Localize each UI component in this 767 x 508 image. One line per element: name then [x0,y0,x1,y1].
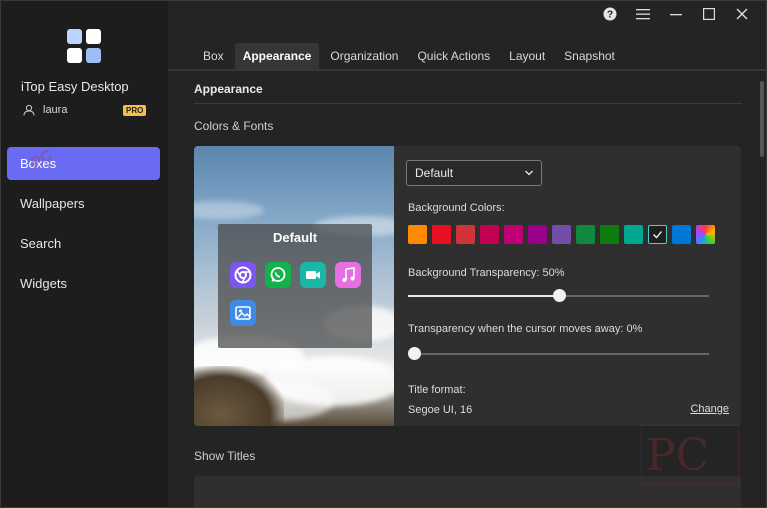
watermark-logo-text: PC [646,430,710,481]
slider-thumb[interactable] [553,289,566,302]
colors-fonts-heading: Colors & Fonts [194,119,274,133]
sidebar-item-search[interactable]: Search [7,227,160,260]
close-icon[interactable] [725,5,758,23]
preview-box: Default [218,224,372,348]
whatsapp-icon [265,262,291,288]
color-swatch[interactable] [504,225,523,244]
color-swatch[interactable] [408,225,427,244]
music-icon [335,262,361,288]
app-logo-icon [67,29,101,63]
pro-badge: PRO [123,105,147,116]
slider-track [408,353,709,355]
color-swatch[interactable] [552,225,571,244]
video-icon [300,262,326,288]
section-title: Appearance [194,82,263,96]
photos-icon [230,300,256,326]
tab-box[interactable]: Box [195,43,232,69]
user-row[interactable]: laura [23,104,67,116]
user-name: laura [43,104,68,116]
tab-appearance[interactable]: Appearance [234,43,320,69]
user-icon [23,104,35,116]
color-swatch[interactable] [432,225,451,244]
slider-thumb[interactable] [408,347,421,360]
theme-dropdown[interactable]: Default [406,160,542,186]
minimize-icon[interactable] [659,5,692,23]
color-swatch[interactable] [480,225,499,244]
svg-text:?: ? [606,10,612,21]
tab-organization[interactable]: Organization [322,43,406,69]
color-swatch[interactable] [600,225,619,244]
app-name: iTop Easy Desktop [21,79,129,94]
sidebar-nav: Boxes Wallpapers Search Widgets [7,147,160,307]
appearance-controls: Default Background Colors: Background Tr… [406,146,741,426]
sidebar: iTop Easy Desktop laura PRO Boxes Wallpa… [1,1,168,507]
slider-fill [408,295,559,297]
cursor-transparency-label: Transparency when the cursor moves away:… [408,323,643,335]
appearance-card: Default Default Background Colors: Backg… [194,146,741,426]
titlebar-controls: ? [593,5,758,23]
chrome-icon [230,262,256,288]
theme-dropdown-value: Default [415,166,454,180]
color-swatch[interactable] [624,225,643,244]
background-transparency-slider[interactable] [408,289,709,303]
tab-quick-actions[interactable]: Quick Actions [409,43,498,69]
chevron-down-icon [525,170,533,176]
cursor-transparency-slider[interactable] [408,347,709,361]
color-swatch[interactable] [528,225,547,244]
maximize-icon[interactable] [692,5,725,23]
sidebar-item-widgets[interactable]: Widgets [7,267,160,300]
menu-icon[interactable] [626,5,659,23]
background-colors-label: Background Colors: [408,202,505,214]
sidebar-item-boxes[interactable]: Boxes [7,147,160,180]
show-titles-heading: Show Titles [194,449,256,463]
scrollbar[interactable] [760,81,764,157]
background-transparency-label: Background Transparency: 50% [408,267,565,279]
sidebar-item-wallpapers[interactable]: Wallpapers [7,187,160,220]
preview-box-title: Default [272,230,318,245]
color-swatch[interactable] [456,225,475,244]
help-icon[interactable]: ? [593,5,626,23]
color-swatch-selected[interactable] [648,225,667,244]
checkmark-icon [653,231,662,239]
color-swatch[interactable] [576,225,595,244]
title-format-value: Segoe UI, 16 [408,404,473,416]
tab-snapshot[interactable]: Snapshot [556,43,623,69]
tab-bar: Box Appearance Organization Quick Action… [195,43,626,69]
watermark-logo: PC [641,425,739,485]
section-divider [194,103,742,104]
change-font-link[interactable]: Change [690,403,729,415]
custom-color-swatch[interactable] [696,225,715,244]
app-window: iTop Easy Desktop laura PRO Boxes Wallpa… [0,0,767,508]
color-swatches [408,225,720,244]
box-preview-image: Default [194,146,394,426]
title-format-label: Title format: [408,384,466,396]
tab-layout[interactable]: Layout [501,43,553,69]
rock-decoration [194,366,284,426]
color-swatch[interactable] [672,225,691,244]
